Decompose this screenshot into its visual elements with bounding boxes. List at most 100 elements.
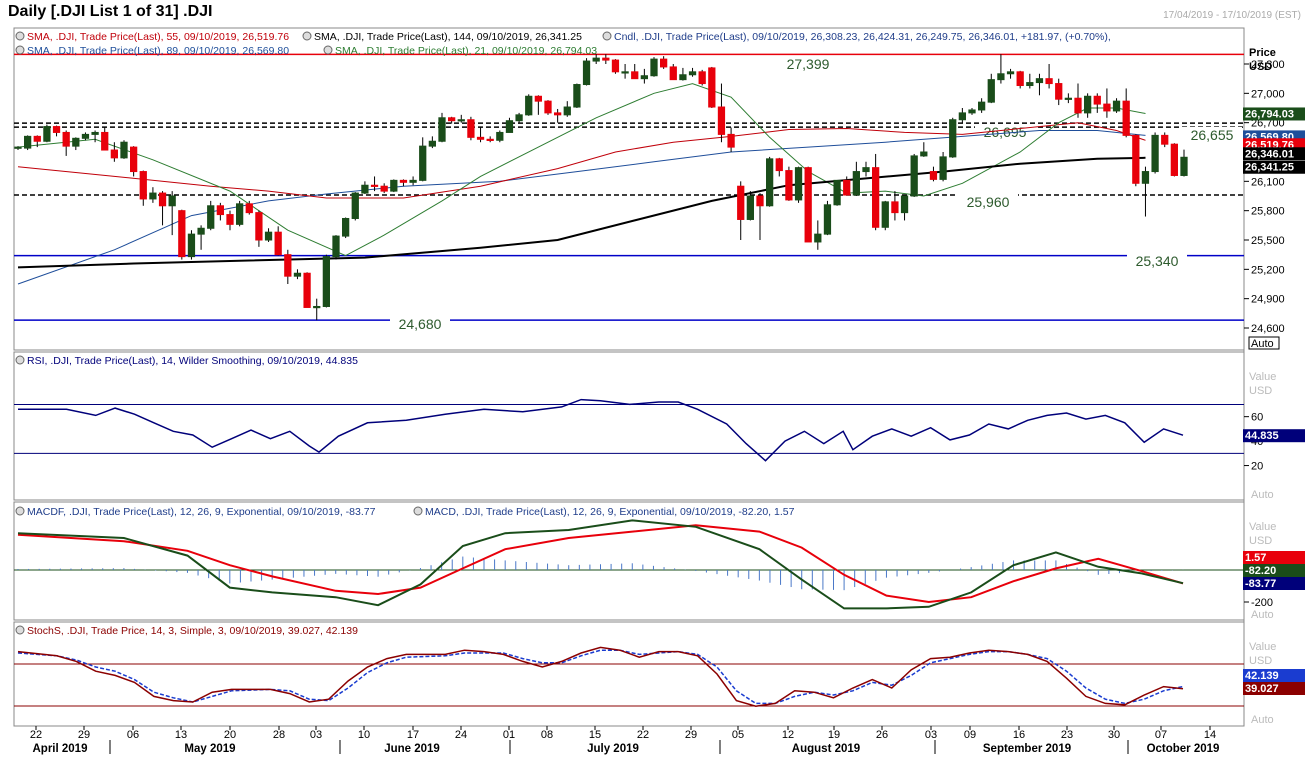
legend-icon[interactable]: [302, 31, 312, 41]
month-label: September 2019: [983, 743, 1071, 755]
candle-body: [756, 195, 764, 207]
x-tick-label: 03: [925, 729, 937, 741]
candle-body: [727, 133, 735, 148]
rsi-tick-label: 60: [1251, 412, 1263, 424]
candle-body: [881, 201, 889, 228]
legend-macd[interactable]: MACD, .DJI, Trade Price(Last), 12, 26, 9…: [425, 506, 795, 518]
x-tick-label: 17: [407, 729, 419, 741]
x-tick-label: 14: [1204, 729, 1216, 741]
candle-body: [1055, 83, 1063, 100]
candle-body: [737, 185, 745, 220]
x-tick-label: 08: [541, 729, 553, 741]
legend-sma55[interactable]: SMA, .DJI, Trade Price(Last), 55, 09/10/…: [27, 31, 289, 43]
candle-body: [698, 71, 706, 85]
candle-body: [120, 141, 128, 159]
x-tick-label: 19: [828, 729, 840, 741]
candle-body: [448, 117, 456, 122]
candle-body: [592, 57, 600, 62]
legend-sma89[interactable]: SMA, .DJI, Trade Price(Last), 89, 09/10/…: [27, 45, 289, 57]
legend-sma144[interactable]: SMA, .DJI, Trade Price(Last), 144, 09/10…: [314, 31, 582, 43]
candle-body: [1074, 97, 1082, 114]
candle-body: [804, 167, 812, 243]
price-tag: 26,346.01: [1245, 148, 1294, 160]
rsi-legend: RSI, .DJI, Trade Price(Last), 14, Wilder…: [15, 355, 358, 367]
candle-body: [390, 179, 398, 192]
legend-icon[interactable]: [15, 506, 25, 516]
rsi-axis-unit: USD: [1249, 385, 1272, 397]
legend-rsi[interactable]: RSI, .DJI, Trade Price(Last), 14, Wilder…: [27, 355, 358, 367]
legend-icon[interactable]: [602, 31, 612, 41]
level-label: 24,680: [399, 316, 442, 332]
legend-icon[interactable]: [15, 355, 25, 365]
x-tick-label: 23: [1061, 729, 1073, 741]
legend-icon[interactable]: [15, 31, 25, 41]
price-axis-title: Price: [1249, 47, 1276, 59]
x-tick-label: 20: [224, 729, 236, 741]
month-label: July 2019: [587, 743, 639, 755]
macd-auto-label[interactable]: Auto: [1251, 609, 1274, 621]
candle-body: [1180, 156, 1188, 176]
candle-body: [245, 203, 253, 214]
candle-body: [717, 106, 726, 135]
macd-axis-unit: USD: [1249, 535, 1272, 547]
candle-body: [891, 201, 899, 214]
price-auto-label: Auto: [1251, 338, 1274, 350]
candle-body: [226, 214, 234, 225]
candle-body: [997, 73, 1005, 81]
candle-body: [852, 171, 860, 196]
rsi-pane[interactable]: [13, 351, 1245, 501]
candle-body: [554, 112, 562, 116]
candle-body: [1103, 103, 1111, 112]
x-tick-label: 29: [685, 729, 697, 741]
stoch-auto-label[interactable]: Auto: [1251, 714, 1274, 726]
rsi-auto-label[interactable]: Auto: [1251, 489, 1274, 501]
legend-icon[interactable]: [15, 45, 25, 55]
stoch-pane[interactable]: [13, 621, 1245, 727]
candle-body: [525, 95, 533, 116]
candle-body: [544, 100, 552, 114]
macd-tick-label: -200: [1251, 597, 1273, 609]
stoch-axis-title: Value: [1249, 641, 1276, 653]
x-tick-label: 22: [637, 729, 649, 741]
candle-body: [1084, 95, 1092, 114]
legend-icon[interactable]: [323, 45, 333, 55]
candle-body: [814, 233, 822, 243]
price-pane[interactable]: [13, 27, 1245, 351]
chart-canvas[interactable]: 27,39926,695 26,65525,96025,34024,680 27,…: [0, 0, 1307, 775]
level-label: 25,960: [967, 194, 1010, 210]
candle-body: [775, 158, 783, 172]
candle-body: [351, 192, 359, 219]
candle-body: [939, 156, 947, 180]
candle-body: [1016, 71, 1024, 87]
candle-body: [631, 71, 639, 80]
legend-sma21[interactable]: SMA, .DJI, Trade Price(Last), 21, 09/10/…: [335, 45, 597, 57]
legend-icon[interactable]: [15, 625, 25, 635]
candle-body: [284, 254, 292, 277]
candle-body: [920, 151, 928, 157]
month-label: April 2019: [33, 743, 88, 755]
candle-body: [1045, 78, 1053, 85]
stoch-tag: 42.139: [1245, 670, 1279, 682]
legend-macdf[interactable]: MACDF, .DJI, Trade Price(Last), 12, 26, …: [27, 506, 376, 518]
legend-icon[interactable]: [413, 506, 423, 516]
legend-candles[interactable]: Cndl, .DJI, Trade Price(Last), 09/10/201…: [614, 31, 1111, 43]
candle-body: [1026, 82, 1034, 87]
month-label: May 2019: [184, 743, 235, 755]
macd-pane[interactable]: [13, 501, 1245, 621]
candle-body: [476, 136, 485, 140]
candle-body: [958, 112, 966, 121]
candle-body: [72, 137, 80, 147]
candle-body: [158, 192, 167, 207]
x-tick-label: 07: [1155, 729, 1167, 741]
x-tick-label: 30: [1108, 729, 1120, 741]
candle-body: [1064, 97, 1072, 100]
rsi-tick-label: 20: [1251, 461, 1263, 473]
x-tick-label: 26: [876, 729, 888, 741]
candle-body: [293, 272, 302, 277]
candle-body: [168, 195, 176, 207]
candle-body: [428, 140, 436, 147]
candle-body: [197, 227, 205, 235]
legend-stoch[interactable]: StochS, .DJI, Trade Price, 14, 3, Simple…: [27, 625, 358, 637]
candle-body: [139, 171, 147, 200]
candle-body: [322, 256, 330, 307]
